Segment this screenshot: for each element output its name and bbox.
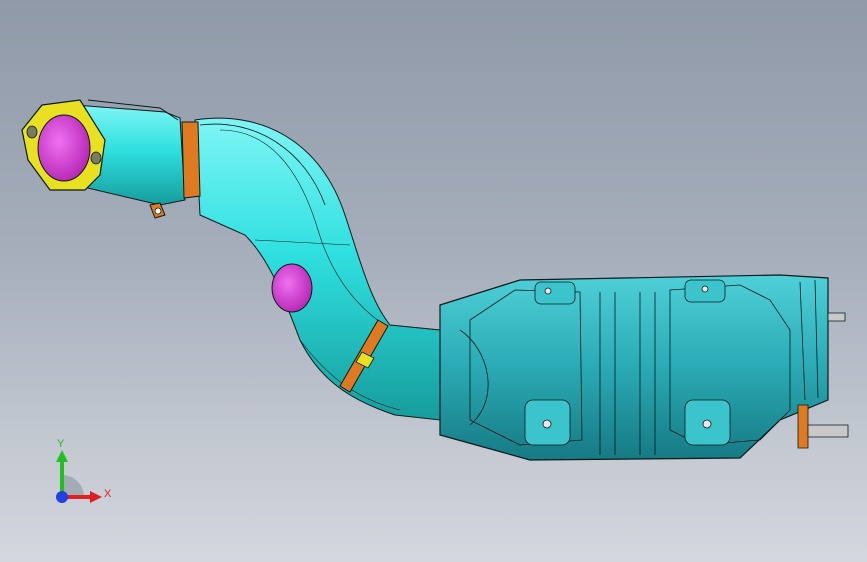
exhaust-assembly-model[interactable] [0, 0, 867, 562]
cad-viewport[interactable]: Y X [0, 0, 867, 562]
coordinate-triad: Y X [56, 438, 112, 503]
z-axis-dot [56, 491, 68, 503]
front-pipe[interactable] [74, 99, 441, 421]
catalytic-converter[interactable] [439, 274, 829, 461]
x-axis-label: X [104, 488, 112, 500]
y-axis-label: Y [57, 438, 65, 450]
pipe-cutout [271, 263, 313, 313]
